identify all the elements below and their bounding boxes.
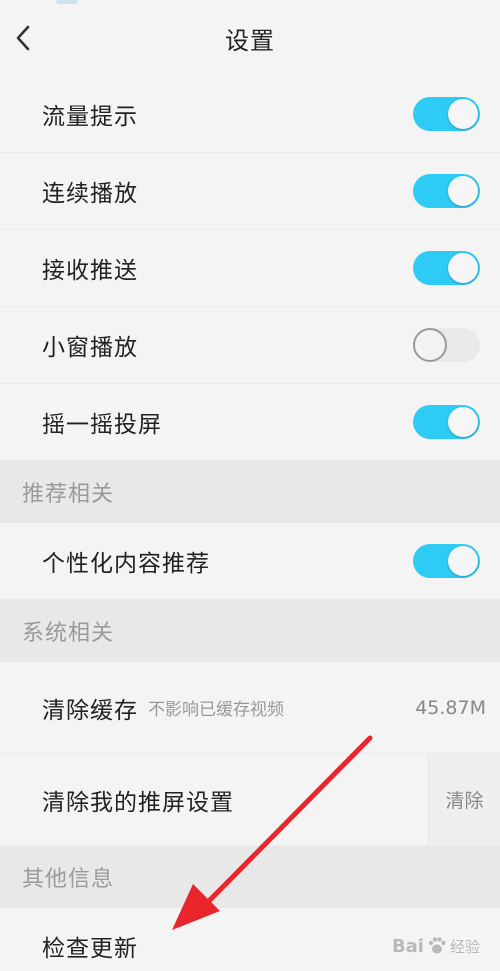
settings-row-mini-window[interactable]: 小窗播放 bbox=[0, 307, 500, 384]
toggle-shake-cast[interactable] bbox=[413, 405, 480, 439]
row-label: 流量提示 bbox=[42, 104, 138, 130]
section-header-recommend: 推荐相关 bbox=[0, 461, 500, 523]
status-bar-fragment bbox=[56, 0, 78, 4]
settings-row-push[interactable]: 接收推送 bbox=[0, 230, 500, 307]
paw-icon bbox=[428, 937, 446, 954]
toggle-knob bbox=[448, 253, 478, 283]
toggle-push[interactable] bbox=[413, 251, 480, 285]
row-label: 清除我的推屏设置 bbox=[42, 789, 234, 816]
watermark-brand: Bai bbox=[391, 935, 424, 957]
toggle-knob bbox=[448, 99, 478, 129]
watermark-brand2: 经验 bbox=[449, 937, 480, 956]
toggle-personalized[interactable] bbox=[413, 544, 480, 578]
toggle-knob bbox=[448, 407, 478, 437]
toggle-autoplay[interactable] bbox=[413, 174, 480, 208]
watermark-logo: Bai 经验 bbox=[392, 935, 480, 957]
settings-row-clear-cast[interactable]: 清除我的推屏设置 清除 bbox=[0, 754, 500, 846]
toggle-knob bbox=[448, 176, 478, 206]
row-label: 接收推送 bbox=[42, 258, 138, 284]
back-button[interactable] bbox=[6, 18, 40, 58]
toggle-traffic-alert[interactable] bbox=[413, 97, 480, 131]
cache-size-value: 45.87M bbox=[415, 696, 486, 719]
section-header-other: 其他信息 bbox=[0, 846, 500, 908]
section-label: 其他信息 bbox=[22, 867, 115, 892]
toggle-knob bbox=[413, 328, 447, 362]
row-label: 个性化内容推荐 bbox=[42, 551, 210, 577]
header: 设置 bbox=[0, 0, 500, 76]
toggle-mini-window[interactable] bbox=[413, 328, 480, 362]
page-title: 设置 bbox=[225, 26, 275, 55]
row-label: 清除缓存 bbox=[42, 697, 138, 724]
settings-row-personalized[interactable]: 个性化内容推荐 bbox=[0, 523, 500, 600]
chevron-left-icon bbox=[16, 25, 30, 51]
settings-screen: 设置 流量提示 连续播放 接收推送 小窗播放 摇一摇投屏 推荐相关 个性化内容推… bbox=[0, 0, 500, 971]
row-label: 连续播放 bbox=[42, 181, 138, 207]
settings-row-clear-cache[interactable]: 清除缓存 不影响已缓存视频 45.87M bbox=[0, 662, 500, 754]
settings-row-traffic-alert[interactable]: 流量提示 bbox=[0, 76, 500, 153]
section-label: 系统相关 bbox=[22, 621, 115, 646]
toggle-knob bbox=[448, 546, 478, 576]
settings-row-autoplay[interactable]: 连续播放 bbox=[0, 153, 500, 230]
row-label: 摇一摇投屏 bbox=[42, 412, 162, 438]
row-label: 小窗播放 bbox=[42, 335, 138, 361]
section-label: 推荐相关 bbox=[22, 482, 115, 507]
settings-row-shake-cast[interactable]: 摇一摇投屏 bbox=[0, 384, 500, 461]
row-subtitle: 不影响已缓存视频 bbox=[148, 700, 284, 720]
row-label: 检查更新 bbox=[42, 936, 138, 962]
section-header-system: 系统相关 bbox=[0, 600, 500, 662]
clear-cast-button[interactable]: 清除 bbox=[428, 754, 500, 845]
